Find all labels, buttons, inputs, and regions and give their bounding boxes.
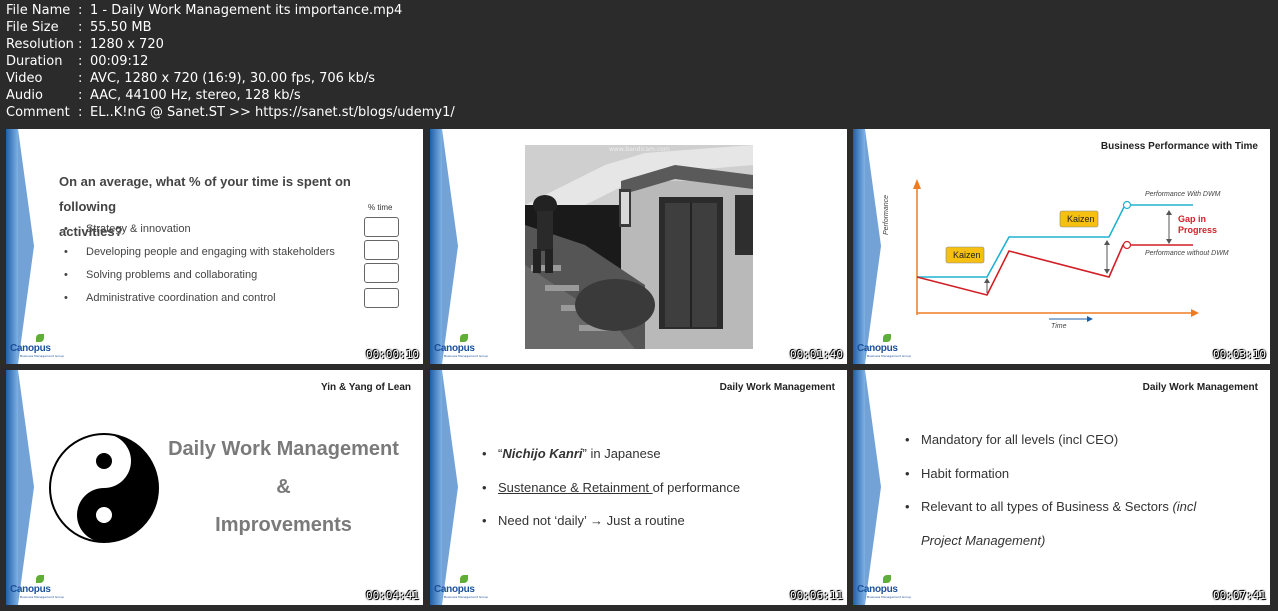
percent-time-label: % time [368,203,393,212]
meta-value: 00:09:12 [90,54,149,69]
slide-accent-arrow [442,129,458,364]
option-item: • Administrative coordination and control [64,292,276,304]
bullet-item: • Need not ‘daily’ → Just a routine [482,513,685,528]
marker-with-dwm [1122,200,1132,210]
slide-accent-arrow [18,129,34,364]
canopus-logo: Canopus Business Management Group [10,575,72,599]
slide-accent-arrow [442,370,458,605]
label-without-dwm: Performance without DWM [1145,250,1229,257]
meta-row-audio: Audio: AAC, 44100 Hz, stereo, 128 kb/s [6,88,301,103]
slide-accent-bar [6,370,18,605]
y-axis-label: Performance [883,194,890,235]
bullet-continuation: Project Management) [921,533,1046,548]
line-with-dwm [917,204,1193,278]
meta-value: 1 - Daily Work Management its importance… [90,3,403,18]
meta-row-file-name: File Name:1 - Daily Work Management its … [6,3,403,18]
meta-row-resolution: Resolution:1280 x 720 [6,37,164,52]
option-item: • Solving problems and collaborating [64,269,258,281]
thumbnail-5[interactable]: Daily Work Management • “Nichijo Kanri” i… [430,370,847,605]
slide-accent-bar [430,370,442,605]
timecode: 00:04:41 [366,589,419,602]
thumbnail-3[interactable]: Business Performance with Time Kaizen Ka… [853,129,1270,364]
option-item: • Strategy & innovation [64,223,191,235]
timecode: 00:06:11 [790,589,843,602]
canopus-logo: Canopus Business Management Group [857,334,919,358]
file-metadata: File Name:1 - Daily Work Management its … [6,2,455,121]
timecode: 00:03:10 [1213,348,1266,361]
thumbnail-2[interactable]: www.Bandicam.com Canopus Business Managem… [430,129,847,364]
percent-input-box [364,263,399,283]
meta-row-comment: Comment: EL..K!nG @ Sanet.ST >> https://s… [6,105,455,120]
canopus-logo: Canopus Business Management Group [857,575,919,599]
bullet-item: • Mandatory for all levels (incl CEO) [905,432,1119,447]
y-axis-arrow [913,179,921,189]
slide-title: Daily Work Management [1142,382,1258,393]
bullet-item: • Relevant to all types of Business & Sec… [905,499,1197,514]
recording-watermark: www.Bandicam.com [609,146,670,153]
slide-accent-arrow [18,370,34,605]
thumbnail-6[interactable]: Daily Work Management • Mandatory for all… [853,370,1270,605]
canopus-logo: Canopus Business Management Group [10,334,72,358]
thumbnail-1[interactable]: On an average, what % of your time is sp… [6,129,423,364]
meta-value: EL..K!nG @ Sanet.ST >> https://sanet.st/… [90,105,455,120]
meta-row-file-size: File Size:55.50 MB [6,20,152,35]
meta-value: AVC, 1280 x 720 (16:9), 30.00 fps, 706 k… [90,71,375,86]
kaizen-label-2: Kaizen [1067,214,1095,224]
label-with-dwm: Performance With DWM [1145,191,1221,198]
slide-title: Yin & Yang of Lean [320,382,411,393]
bullet-item: • “Nichijo Kanri” in Japanese [482,446,661,461]
marker-without-dwm [1122,240,1132,250]
percent-input-box [364,288,399,308]
percent-input-box [364,240,399,260]
meta-row-duration: Duration:00:09:12 [6,54,149,69]
x-axis-label: Time [1051,323,1067,330]
bullet-item: • Habit formation [905,466,1010,481]
canopus-logo: Canopus Business Management Group [434,334,496,358]
kaizen-label-1: Kaizen [953,250,981,260]
slide-accent-bar [853,370,865,605]
canopus-logo: Canopus Business Management Group [434,575,496,599]
timecode: 00:07:41 [1213,589,1266,602]
yin-yang-text: Daily Work Management & Improvements [168,438,399,536]
gap-label: Gap in Progress [1178,214,1218,235]
film-still-image: www.Bandicam.com [525,145,753,349]
meta-value: 55.50 MB [90,20,152,35]
slide-accent-arrow [865,370,881,605]
slide-title: Daily Work Management [719,382,835,393]
slide-accent-bar [430,129,442,364]
meta-value: 1280 x 720 [90,37,164,52]
yin-yang-icon [49,433,159,543]
timecode: 00:00:10 [366,348,419,361]
slide-accent-bar [6,129,18,364]
option-item: • Developing people and engaging with sta… [64,246,335,258]
timecode: 00:01:40 [790,348,843,361]
meta-row-video: Video: AVC, 1280 x 720 (16:9), 30.00 fps,… [6,71,375,86]
meta-value: AAC, 44100 Hz, stereo, 128 kb/s [90,88,301,103]
bullet-item: • Sustenance & Retainment of performance [482,480,741,495]
thumbnail-4[interactable]: Yin & Yang of Lean Daily Work Management… [6,370,423,605]
x-axis-arrow [1191,309,1199,317]
percent-input-box [364,217,399,237]
